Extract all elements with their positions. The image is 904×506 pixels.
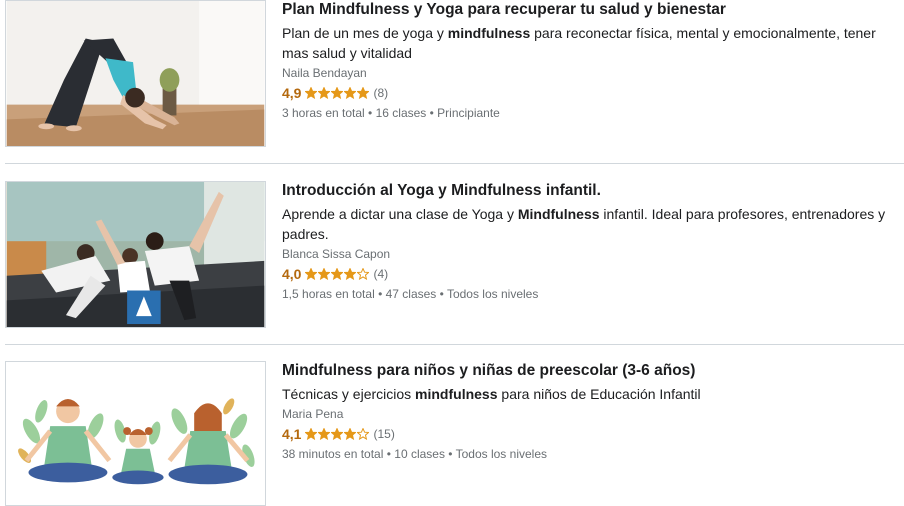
course-meta: 38 minutos en total • 10 clases • Todos … [282,447,547,461]
rating-number: 4,0 [282,266,302,282]
star-filled-icon [331,268,344,280]
course-headline: Aprende a dictar una clase de Yoga y Min… [282,206,886,242]
course-rating: 4,9 (8) [282,83,888,103]
course-instructor: Naila Bendayan [282,66,367,80]
course-instructor: Blanca Sissa Capon [282,247,391,261]
course-meta: 3 horas en total • 16 clases • Principia… [282,106,500,120]
star-filled-icon [305,428,318,440]
course-title[interactable]: Plan Mindfulness y Yoga para recuperar t… [282,0,888,20]
star-filled-icon [357,87,370,99]
course-headline: Plan de un mes de yoga y mindfulness par… [282,25,876,61]
star-filled-icon [318,87,331,99]
rating-number: 4,9 [282,85,302,101]
yoga-downward-dog-image [6,1,265,146]
course-headline: Técnicas y ejercicios mindfulness para n… [282,386,701,402]
meditating-family-illustration [6,362,265,505]
star-filled-icon [305,268,318,280]
course-thumbnail[interactable] [5,361,266,506]
yoga-class-image [6,182,265,327]
course-rating: 4,1 (15) [282,424,888,444]
star-filled-icon [344,268,357,280]
rating-count: (15) [373,427,395,441]
course-title[interactable]: Introducción al Yoga y Mindfulness infan… [282,181,888,201]
rating-number: 4,1 [282,426,302,442]
course-meta: 1,5 horas en total • 47 clases • Todos l… [282,287,539,301]
course-thumbnail[interactable] [5,0,266,147]
star-rating [305,428,370,440]
star-filled-icon [305,87,318,99]
star-filled-icon [344,428,357,440]
divider [5,344,904,345]
course-thumbnail[interactable] [5,181,266,328]
rating-count: (4) [373,267,389,281]
star-filled-icon [318,268,331,280]
star-rating [305,87,370,99]
star-filled-icon [331,87,344,99]
course-rating: 4,0 (4) [282,264,888,284]
divider [5,163,904,164]
course-title[interactable]: Mindfulness para niños y niñas de preesc… [282,361,888,381]
star-filled-icon [318,428,331,440]
rating-count: (8) [373,86,389,100]
star-filled-icon [344,87,357,99]
course-instructor: Maria Pena [282,407,344,421]
star-rating [305,268,370,280]
star-filled-icon [331,428,344,440]
star-empty-icon [357,268,370,280]
star-empty-icon [357,428,370,440]
